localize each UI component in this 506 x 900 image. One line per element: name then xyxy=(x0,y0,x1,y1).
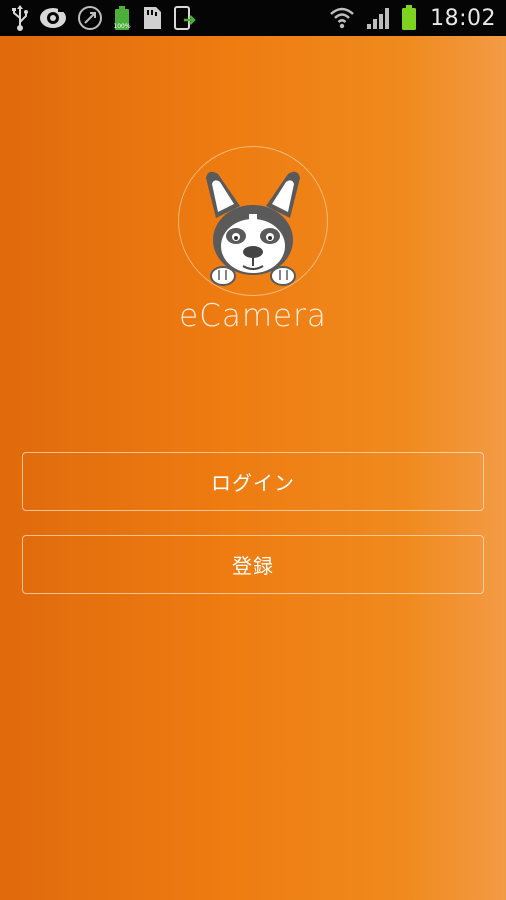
register-button[interactable]: 登録 xyxy=(22,535,484,594)
battery-badge-text: 100% xyxy=(113,23,130,30)
status-bar: 100% 18:02 xyxy=(0,0,506,36)
french-bulldog-icon xyxy=(206,171,300,286)
battery-icon xyxy=(400,4,418,32)
screen-share-icon xyxy=(172,4,198,32)
app-logo xyxy=(178,146,328,296)
usb-icon xyxy=(10,4,30,32)
login-button[interactable]: ログイン xyxy=(22,452,484,511)
camera-app-icon xyxy=(38,4,68,32)
status-left-icons: 100% xyxy=(10,4,198,32)
battery-full-icon: 100% xyxy=(112,4,132,32)
sd-card-icon xyxy=(140,4,164,32)
app-screen: eCamera ログイン 登録 xyxy=(0,36,506,900)
status-time: 18:02 xyxy=(430,5,496,31)
signal-icon xyxy=(364,4,392,32)
wifi-icon xyxy=(328,4,356,32)
status-right-icons: 18:02 xyxy=(328,4,496,32)
app-title: eCamera xyxy=(179,298,327,334)
sync-icon xyxy=(76,4,104,32)
